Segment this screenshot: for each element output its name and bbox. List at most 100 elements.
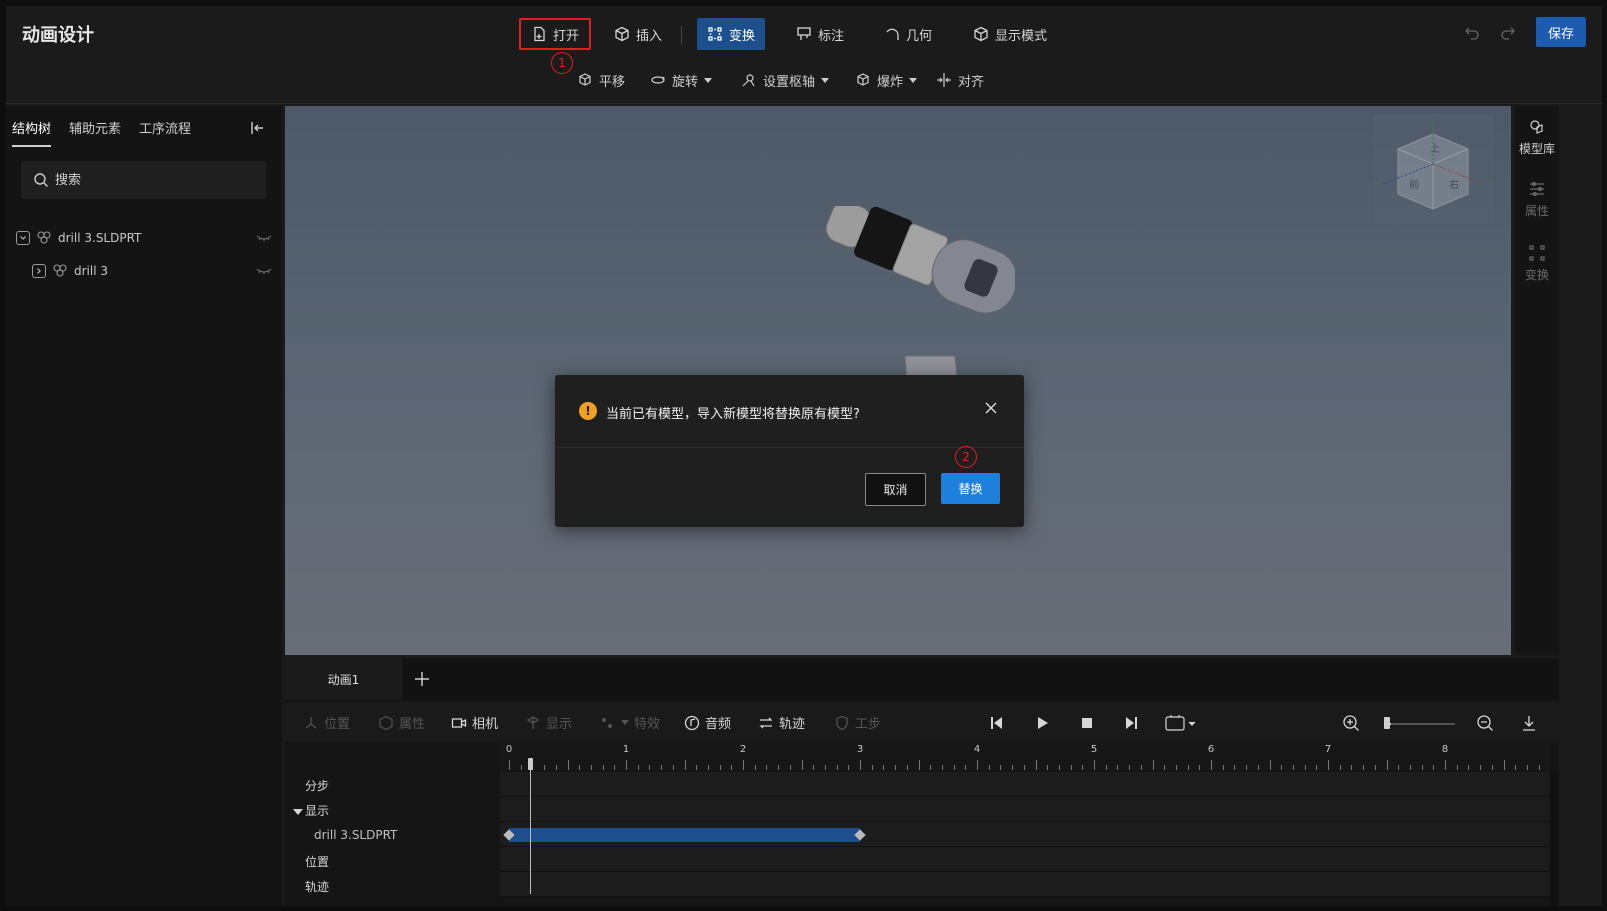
- expand-toggle-icon[interactable]: [16, 231, 30, 245]
- effects-track-button[interactable]: 特效: [600, 713, 660, 732]
- properties-track-button[interactable]: 属性: [378, 713, 425, 732]
- cube-outline-icon: [974, 26, 988, 42]
- position-icon: [305, 716, 317, 728]
- explode-label: 爆炸: [877, 74, 904, 90]
- tree-item-drill-assembly[interactable]: drill 3.SLDPRT: [16, 228, 272, 248]
- collapse-panel-icon[interactable]: [250, 120, 266, 136]
- trajectory-track-button[interactable]: 轨迹: [758, 713, 805, 732]
- tree-item-drill-part[interactable]: drill 3: [32, 261, 272, 281]
- eye-closed-icon[interactable]: [256, 266, 272, 276]
- insert-button[interactable]: 插入: [604, 18, 672, 50]
- transform-panel-button[interactable]: 变换: [1515, 244, 1559, 283]
- audio-track-button[interactable]: 音频: [684, 713, 731, 732]
- playhead-handle[interactable]: [528, 758, 533, 770]
- track-row[interactable]: [500, 797, 1550, 822]
- display-mode-button[interactable]: 显示模式: [963, 18, 1057, 50]
- transform-label: 变换: [729, 28, 756, 44]
- explode-button[interactable]: 爆炸: [855, 68, 918, 92]
- search-box[interactable]: [21, 161, 266, 199]
- animation-tab[interactable]: 动画1: [285, 658, 402, 700]
- rotate-dropdown-icon[interactable]: [704, 77, 713, 83]
- camera-track-button[interactable]: 相机: [451, 713, 498, 732]
- transform-icon: [1529, 245, 1545, 261]
- stop-icon[interactable]: [1079, 715, 1095, 731]
- cube-icon: [615, 26, 629, 42]
- model-library-button[interactable]: 模型库: [1515, 118, 1559, 157]
- next-frame-icon[interactable]: [1124, 715, 1140, 731]
- tracks-area[interactable]: [500, 770, 1550, 906]
- cancel-button[interactable]: 取消: [865, 473, 926, 506]
- explode-cube-icon: [857, 73, 869, 86]
- geometry-button[interactable]: 几何: [874, 18, 942, 50]
- download-icon[interactable]: [1520, 714, 1538, 732]
- zoom-out-icon[interactable]: [1476, 714, 1494, 732]
- collapse-caret-icon[interactable]: [293, 809, 303, 815]
- eye-closed-icon[interactable]: [256, 233, 272, 243]
- track-row[interactable]: [500, 772, 1550, 797]
- track-label-display[interactable]: 显示: [293, 802, 329, 819]
- sliders-icon: [1530, 181, 1544, 197]
- pivot-dropdown-icon[interactable]: [821, 77, 830, 83]
- rotate-button[interactable]: 旋转: [650, 68, 713, 92]
- properties-label: 属性: [1524, 204, 1549, 218]
- replace-button[interactable]: 替换: [941, 473, 1000, 504]
- audio-icon: [684, 715, 700, 730]
- geometry-label: 几何: [906, 28, 933, 44]
- annotate-button[interactable]: 标注: [786, 18, 854, 50]
- trajectory-label: 轨迹: [779, 717, 806, 732]
- ruler-label: 6: [1207, 744, 1215, 755]
- toolbar-divider: [681, 26, 682, 44]
- annotate-label: 标注: [818, 28, 845, 44]
- tab-structure-tree[interactable]: 结构树: [12, 118, 52, 147]
- ruler-tick: [801, 760, 803, 770]
- prev-frame-icon[interactable]: [988, 715, 1004, 731]
- position-track-button[interactable]: 位置: [303, 713, 350, 732]
- effects-label: 特效: [634, 717, 661, 732]
- play-icon[interactable]: [1034, 715, 1050, 731]
- tree-item-label: drill 3.SLDPRT: [58, 231, 142, 245]
- align-button[interactable]: 对齐: [936, 68, 984, 92]
- track-row[interactable]: [500, 847, 1550, 872]
- transform-button[interactable]: 变换: [697, 18, 766, 50]
- transform-panel-label: 变换: [1524, 268, 1549, 282]
- step-track-button[interactable]: 工步: [834, 713, 881, 732]
- explode-dropdown-icon[interactable]: [909, 77, 918, 83]
- playback-speed-icon[interactable]: [1165, 714, 1197, 732]
- track-label-trajectory: 轨迹: [305, 880, 330, 894]
- set-pivot-button[interactable]: 设置枢轴: [741, 68, 830, 92]
- undo-icon[interactable]: [1464, 24, 1480, 40]
- track-label-position: 位置: [305, 855, 330, 869]
- expand-toggle-icon[interactable]: [32, 264, 46, 278]
- add-tab-icon[interactable]: [413, 670, 431, 688]
- tab-auxiliary-elements[interactable]: 辅助元素: [69, 118, 121, 147]
- ruler-tick: [684, 760, 686, 770]
- ruler-tick: [1386, 760, 1388, 770]
- redo-icon[interactable]: [1500, 24, 1516, 40]
- search-input[interactable]: [55, 172, 245, 188]
- zoom-in-icon[interactable]: [1342, 714, 1360, 732]
- close-icon[interactable]: [984, 401, 998, 415]
- zoom-slider-track[interactable]: [1385, 723, 1455, 725]
- display-track-button[interactable]: 显示: [525, 713, 572, 732]
- timeline-scrollbar[interactable]: [1550, 770, 1559, 906]
- display-keyframe-bar[interactable]: [509, 828, 860, 842]
- rotate-icon: [651, 76, 665, 84]
- dialog-divider: [555, 447, 1024, 448]
- ruler-label: 2: [739, 744, 747, 755]
- track-row[interactable]: [500, 872, 1550, 897]
- app-title: 动画设计: [22, 25, 94, 46]
- tab-process-flow[interactable]: 工序流程: [139, 118, 191, 147]
- effects-dropdown-icon[interactable]: [621, 720, 629, 725]
- display-mode-label: 显示模式: [995, 28, 1048, 44]
- timeline-ruler[interactable]: 0 1 2 3 4 5 6 7 8: [500, 742, 1550, 770]
- camera-label: 相机: [472, 717, 499, 732]
- track-row[interactable]: [500, 822, 1550, 847]
- ruler-tick: [918, 760, 920, 770]
- open-button[interactable]: 打开: [519, 18, 592, 50]
- zoom-slider-handle[interactable]: [1384, 717, 1390, 729]
- step-label: 工步: [855, 717, 882, 732]
- ruler-label: 1: [622, 744, 630, 755]
- properties-button[interactable]: 属性: [1515, 180, 1559, 219]
- save-button[interactable]: 保存: [1535, 17, 1586, 47]
- translate-button[interactable]: 平移: [577, 68, 625, 92]
